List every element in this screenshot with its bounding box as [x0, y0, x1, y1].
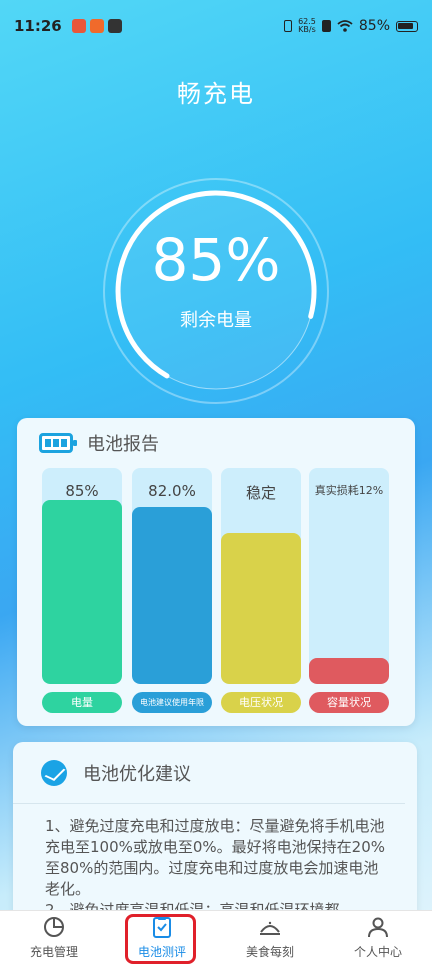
network-speed-unit: KB/s	[298, 25, 316, 34]
bar-lifespan[interactable]: 82.0% 电池建议使用年限	[132, 468, 212, 713]
tab-label: 个人中心	[353, 945, 402, 959]
battery-report-icon	[39, 433, 77, 453]
bar-value: 真实损耗12%	[314, 484, 384, 497]
food-cover-icon	[260, 921, 280, 935]
bar-fill	[309, 658, 389, 684]
remaining-label: 剩余电量	[180, 310, 252, 331]
bar-value: 85%	[65, 482, 99, 500]
bar-label: 容量状况	[309, 692, 389, 713]
bar-value: 82.0%	[148, 482, 196, 500]
report-title: 电池报告	[87, 434, 159, 455]
play-notification-icon	[107, 19, 122, 33]
bar-track	[309, 468, 389, 684]
status-bar: 11:26 62.5 KB/s 85%	[0, 0, 432, 52]
bar-label: 电量	[42, 692, 122, 713]
bar-voltage[interactable]: 稳定 电压状况	[221, 468, 301, 713]
battery-report-card: 电池报告 85% 电量 82.0% 电池建议使用年限 稳定 电压状况 真实损耗1…	[17, 418, 415, 726]
wifi-icon	[337, 20, 353, 32]
tab-charge-management[interactable]: 充电管理	[0, 911, 108, 964]
bottom-tab-bar: 充电管理 电池测评 美食每刻 个人中心	[0, 910, 432, 964]
advice-text: 1、避免过度充电和过度放电：尽量避免将手机电池充电至100%或放电至0%。最好将…	[13, 804, 417, 921]
bar-capacity[interactable]: 真实损耗12% 容量状况	[309, 468, 389, 713]
tab-label: 美食每刻	[245, 945, 294, 959]
battery-percent: 85%	[358, 18, 390, 34]
bar-track	[132, 468, 212, 684]
tab-label: 充电管理	[29, 945, 78, 959]
report-header: 电池报告	[17, 418, 415, 468]
sim-off-icon	[321, 20, 331, 32]
bar-value: 稳定	[245, 484, 276, 502]
active-tab-highlight	[125, 914, 196, 964]
tab-profile[interactable]: 个人中心	[324, 911, 432, 964]
advice-item: 1、避免过度充电和过度放电：尽量避免将手机电池充电至100%或放电至0%。最好将…	[45, 817, 386, 898]
bar-label: 电池建议使用年限	[132, 692, 212, 713]
page-title: 畅充电	[177, 80, 255, 108]
tab-food[interactable]: 美食每刻	[216, 911, 324, 964]
pie-chart-icon	[44, 917, 64, 937]
person-icon	[368, 917, 388, 938]
bar-charge[interactable]: 85% 电量	[42, 468, 122, 713]
battery-percent-large: 85%	[151, 226, 281, 294]
battery-icon	[396, 20, 418, 32]
bar-label: 电压状况	[221, 692, 301, 713]
app-notification-icon	[89, 19, 104, 33]
report-bars: 85% 电量 82.0% 电池建议使用年限 稳定 电压状况 真实损耗12% 容量…	[42, 468, 402, 713]
trend-icon	[41, 759, 67, 786]
advice-header: 电池优化建议	[13, 742, 405, 804]
bar-fill	[42, 500, 122, 684]
network-speed: 62.5 KB/s	[298, 18, 316, 34]
advice-title: 电池优化建议	[83, 763, 191, 785]
status-time: 11:26	[14, 17, 62, 35]
bar-fill	[132, 507, 212, 684]
bar-track	[42, 468, 122, 684]
app-notification-icon	[71, 19, 86, 33]
vibrate-icon	[284, 20, 293, 32]
bar-fill	[221, 533, 301, 684]
